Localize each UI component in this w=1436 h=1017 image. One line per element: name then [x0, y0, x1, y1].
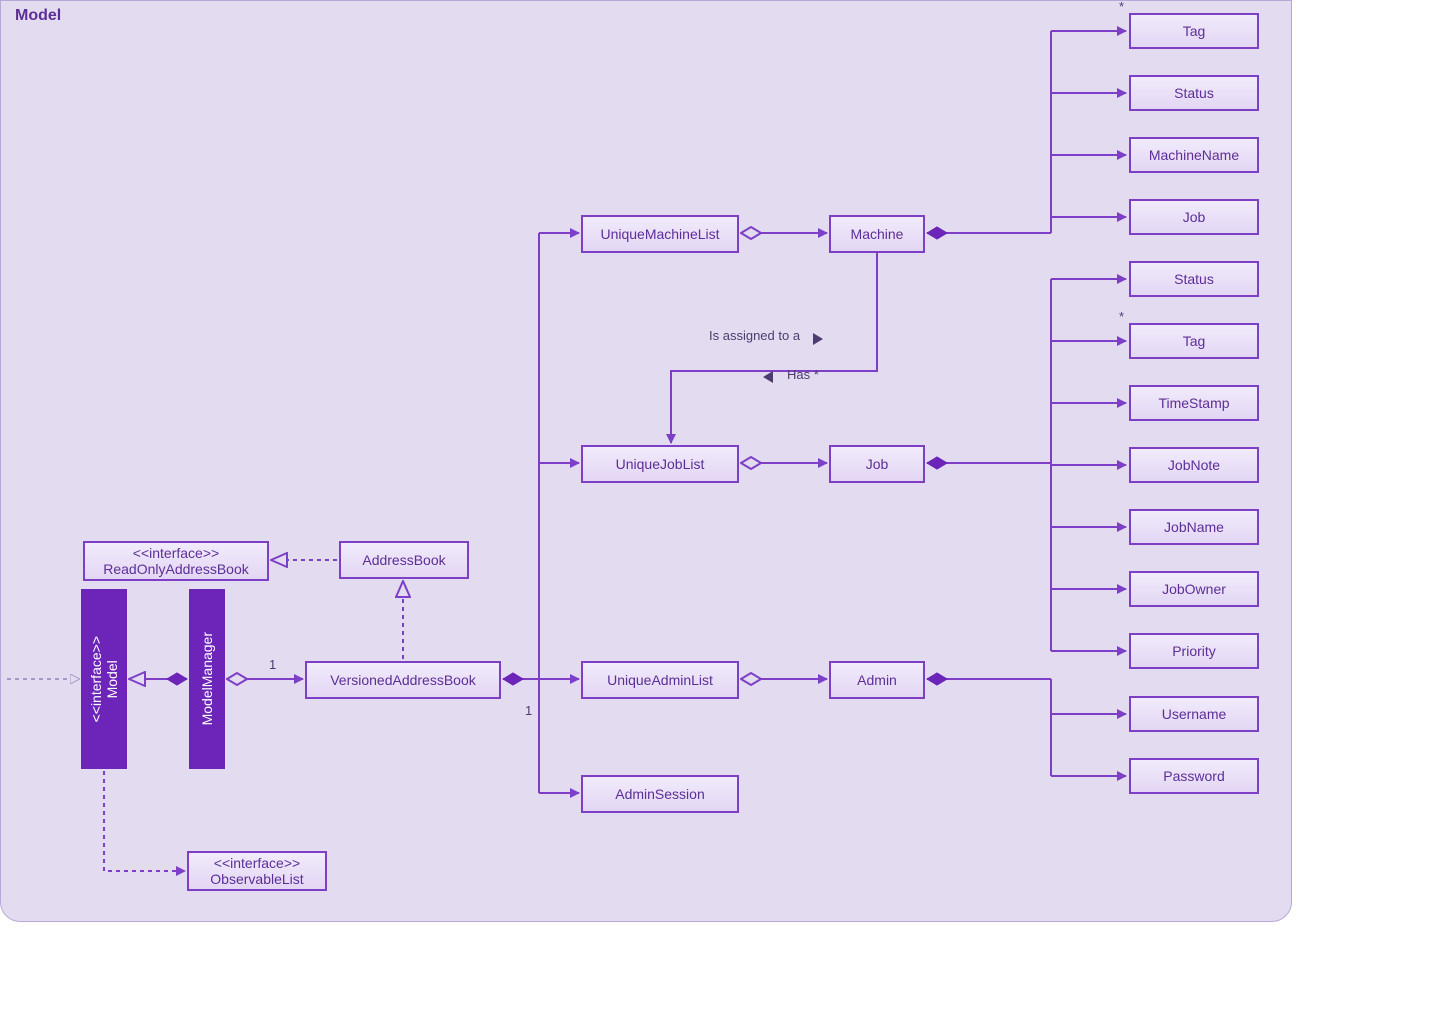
addressbook: AddressBook — [339, 541, 469, 579]
model-manager: ModelManager — [189, 589, 225, 769]
unique-machine-list: UniqueMachineList — [581, 215, 739, 253]
admin: Admin — [829, 661, 925, 699]
attr-password: Password — [1129, 758, 1259, 794]
frame-title: Model — [15, 7, 61, 25]
attr-timestamp: TimeStamp — [1129, 385, 1259, 421]
mult-tag1: * — [1119, 0, 1124, 14]
unique-admin-list: UniqueAdminList — [581, 661, 739, 699]
readonly-addressbook: <<interface>>ReadOnlyAddressBook — [83, 541, 269, 581]
machine: Machine — [829, 215, 925, 253]
versioned-addressbook: VersionedAddressBook — [305, 661, 501, 699]
attr-jobnote: JobNote — [1129, 447, 1259, 483]
model-interface: <<interface>>Model — [81, 589, 127, 769]
attr-machinename: MachineName — [1129, 137, 1259, 173]
model-frame: Model — [0, 0, 1292, 922]
mult-mm-vab: 1 — [269, 657, 276, 672]
attr-tag-job: Tag — [1129, 323, 1259, 359]
admin-session: AdminSession — [581, 775, 739, 813]
attr-priority: Priority — [1129, 633, 1259, 669]
attr-username: Username — [1129, 696, 1259, 732]
mult-tag2: * — [1119, 309, 1124, 324]
label-assigned: Is assigned to a — [709, 328, 800, 343]
observablelist: <<interface>>ObservableList — [187, 851, 327, 891]
attr-status-machine: Status — [1129, 75, 1259, 111]
job: Job — [829, 445, 925, 483]
attr-jobname: JobName — [1129, 509, 1259, 545]
attr-tag-machine: Tag — [1129, 13, 1259, 49]
unique-job-list: UniqueJobList — [581, 445, 739, 483]
attr-jobowner: JobOwner — [1129, 571, 1259, 607]
mult-vab-bottom: 1 — [525, 703, 532, 718]
label-has: Has * — [787, 367, 819, 382]
attr-status-job: Status — [1129, 261, 1259, 297]
attr-job-machine: Job — [1129, 199, 1259, 235]
